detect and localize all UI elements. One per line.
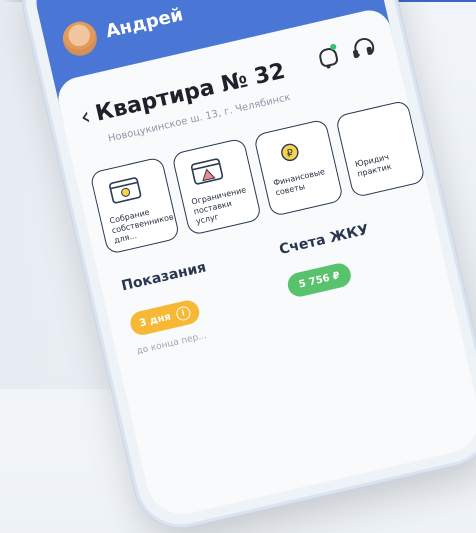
avatar[interactable] xyxy=(59,18,101,60)
calendar-warning-icon xyxy=(190,158,224,185)
main-card: ‹ Квартира № 32 Новоцукинское ш. 13, г. … xyxy=(54,6,476,522)
tile-legal-practice[interactable]: Юридич практик xyxy=(334,99,426,199)
readings-badge-text: 3 дня xyxy=(138,311,172,329)
quick-actions: Собрание собственников для... Ограничени… xyxy=(89,99,426,255)
bills-amount-badge[interactable]: 5 756 ₽ xyxy=(285,261,354,299)
phone-mockup: ▂▃▅ ≈ ▭ Андрей ‹ Квартира № 32 Новоцукин… xyxy=(17,0,476,533)
phone-screen: ▂▃▅ ≈ ▭ Андрей ‹ Квартира № 32 Новоцукин… xyxy=(29,0,476,522)
back-icon[interactable]: ‹ xyxy=(78,102,94,131)
tile-financial-advice[interactable]: ₽ Финансовые советы xyxy=(253,118,345,218)
tile-owners-meeting[interactable]: Собрание собственников для... xyxy=(89,156,181,255)
readings-title: Показания xyxy=(119,259,208,295)
tile-label: Финансовые советы xyxy=(272,167,326,198)
notification-dot xyxy=(329,43,337,51)
readings-deadline-badge[interactable]: 3 дня i xyxy=(128,298,202,338)
ruble-coin-icon: ₽ xyxy=(281,143,299,162)
tile-label: Собрание собственников для... xyxy=(108,207,175,246)
readings-note: до конца пер... xyxy=(135,330,208,357)
tile-label: Юридич практик xyxy=(354,152,393,179)
info-small-icon: i xyxy=(174,305,192,322)
calendar-sun-icon xyxy=(109,177,142,204)
user-name: Андрей xyxy=(103,4,186,43)
tile-label: Ограничение поставки услуг xyxy=(190,185,248,227)
tile-service-restriction[interactable]: Ограничение поставки услуг xyxy=(171,137,263,236)
bills-title: Счета ЖКУ xyxy=(277,221,371,258)
